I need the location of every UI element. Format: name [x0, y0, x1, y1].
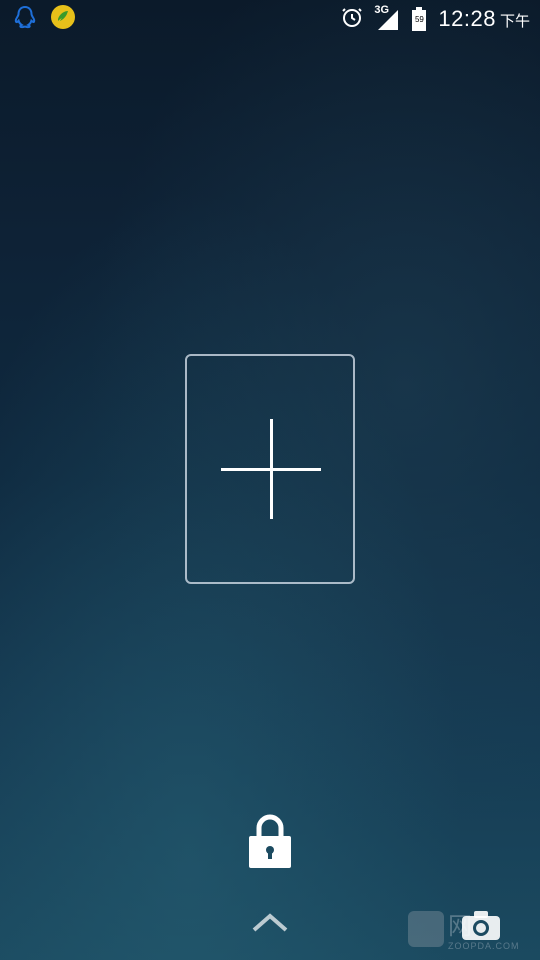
alarm-icon	[340, 5, 364, 33]
battery-icon: 59	[410, 6, 428, 32]
time: 12:28	[438, 6, 496, 31]
lock-icon[interactable]	[247, 812, 293, 868]
app-icon[interactable]	[50, 4, 76, 34]
watermark-logo	[408, 910, 444, 947]
chevron-up-icon[interactable]	[250, 910, 290, 934]
notification-area	[0, 4, 76, 34]
clock: 12:28 下午	[438, 6, 530, 32]
plus-icon-vertical	[270, 419, 273, 519]
battery-level: 59	[414, 15, 424, 24]
camera-icon[interactable]	[460, 908, 502, 942]
watermark-bottom: ZOOPDA.COM	[448, 941, 520, 951]
ampm: 下午	[499, 12, 530, 30]
status-bar: 3G 59 12:28 下午	[0, 0, 540, 38]
signal-icon: 3G	[374, 4, 400, 32]
system-icons: 3G 59 12:28 下午	[340, 4, 540, 33]
add-widget-button[interactable]	[185, 354, 355, 584]
qq-icon[interactable]	[12, 4, 38, 34]
